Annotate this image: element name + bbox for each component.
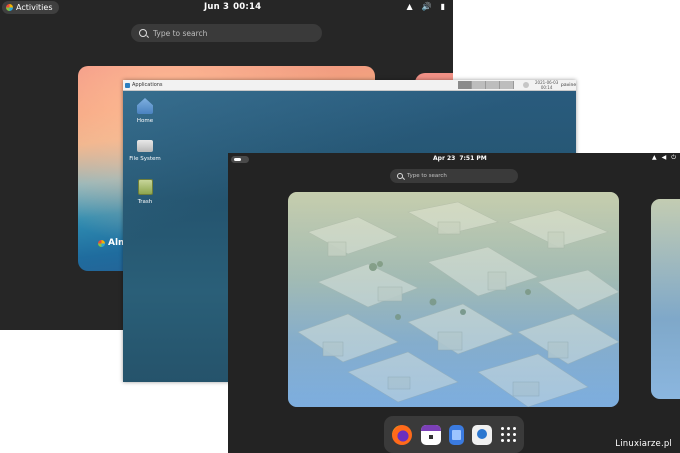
files-icon[interactable] — [448, 424, 464, 445]
calendar-icon[interactable] — [420, 424, 441, 445]
xfce-logo-icon — [125, 82, 130, 88]
search-placeholder: Type to search — [153, 28, 208, 38]
battery-icon[interactable]: ▮ — [441, 2, 445, 11]
network-icon[interactable]: ▲ — [652, 154, 657, 162]
fedora-gnome-overview: Apr 23 7:51 PM ▲ ◀ ⏻ Type to search — [228, 153, 680, 453]
almalinux-wallpaper-icon — [98, 239, 105, 247]
activities-indicator[interactable] — [231, 156, 249, 163]
desktop-icon-label: File System — [129, 156, 161, 162]
panel-user-menu[interactable]: pavine — [561, 83, 576, 88]
workspace-thumbnail-next[interactable] — [651, 199, 680, 399]
top-bar-clock[interactable]: Apr 23 7:51 PM — [433, 155, 487, 162]
desktop-icon-trash[interactable]: Trash — [125, 179, 165, 205]
applications-menu-label: Applications — [132, 82, 163, 88]
activities-label: Activities — [16, 3, 53, 12]
firefox-icon[interactable] — [392, 424, 413, 445]
volume-icon[interactable]: ◀ — [662, 154, 667, 162]
user-avatar-icon — [523, 82, 529, 88]
workspace-3[interactable] — [486, 81, 500, 89]
dash-dock — [384, 416, 524, 453]
desktop-icon-label: Trash — [137, 199, 153, 205]
system-tray[interactable]: ▲ ◀ ⏻ — [652, 154, 676, 162]
xfce-top-panel: Applications 2021-06-03 00:14 pavine — [123, 80, 576, 91]
workspace-4[interactable] — [500, 81, 514, 89]
clock-date: Jun 3 — [204, 2, 230, 12]
network-icon[interactable]: ▲ — [406, 2, 412, 11]
desktop-icon-home[interactable]: Home — [125, 98, 165, 124]
workspace-1[interactable] — [458, 81, 472, 89]
activities-button[interactable]: Activities — [2, 1, 59, 14]
volume-icon[interactable]: 🔊 — [422, 2, 432, 11]
workspace-2[interactable] — [472, 81, 486, 89]
system-tray[interactable]: ▲ 🔊 ▮ — [406, 2, 445, 11]
watermark-text: Linuxiarze.pl — [615, 439, 672, 449]
search-icon — [139, 29, 147, 37]
search-input[interactable]: Type to search — [131, 24, 322, 42]
workspace-switcher[interactable] — [458, 81, 514, 89]
panel-clock[interactable]: 2021-06-03 00:14 — [535, 80, 558, 90]
desktop-icon-file-system[interactable]: File System — [125, 138, 165, 162]
search-placeholder: Type to search — [407, 173, 447, 179]
software-icon[interactable] — [472, 424, 493, 445]
app-grid-icon[interactable] — [500, 427, 516, 442]
desktop-icon-label: Home — [136, 118, 154, 124]
clock-date: Apr 23 — [433, 155, 456, 162]
top-bar-clock[interactable]: Jun 3 00:14 — [204, 2, 261, 12]
workspace-thumbnail[interactable] — [288, 192, 619, 407]
city-wallpaper — [288, 192, 619, 407]
clock-time: 00:14 — [233, 2, 262, 12]
panel-clock-time: 00:14 — [540, 85, 553, 90]
drive-icon — [137, 140, 153, 152]
almalinux-logo-icon — [6, 4, 13, 11]
applications-menu-button[interactable]: Applications — [125, 82, 163, 88]
clock-time: 7:51 PM — [459, 155, 487, 162]
trash-icon — [137, 179, 153, 195]
search-input[interactable]: Type to search — [390, 169, 518, 183]
power-icon[interactable]: ⏻ — [671, 154, 676, 162]
search-icon — [397, 173, 403, 179]
home-folder-icon — [137, 98, 153, 114]
